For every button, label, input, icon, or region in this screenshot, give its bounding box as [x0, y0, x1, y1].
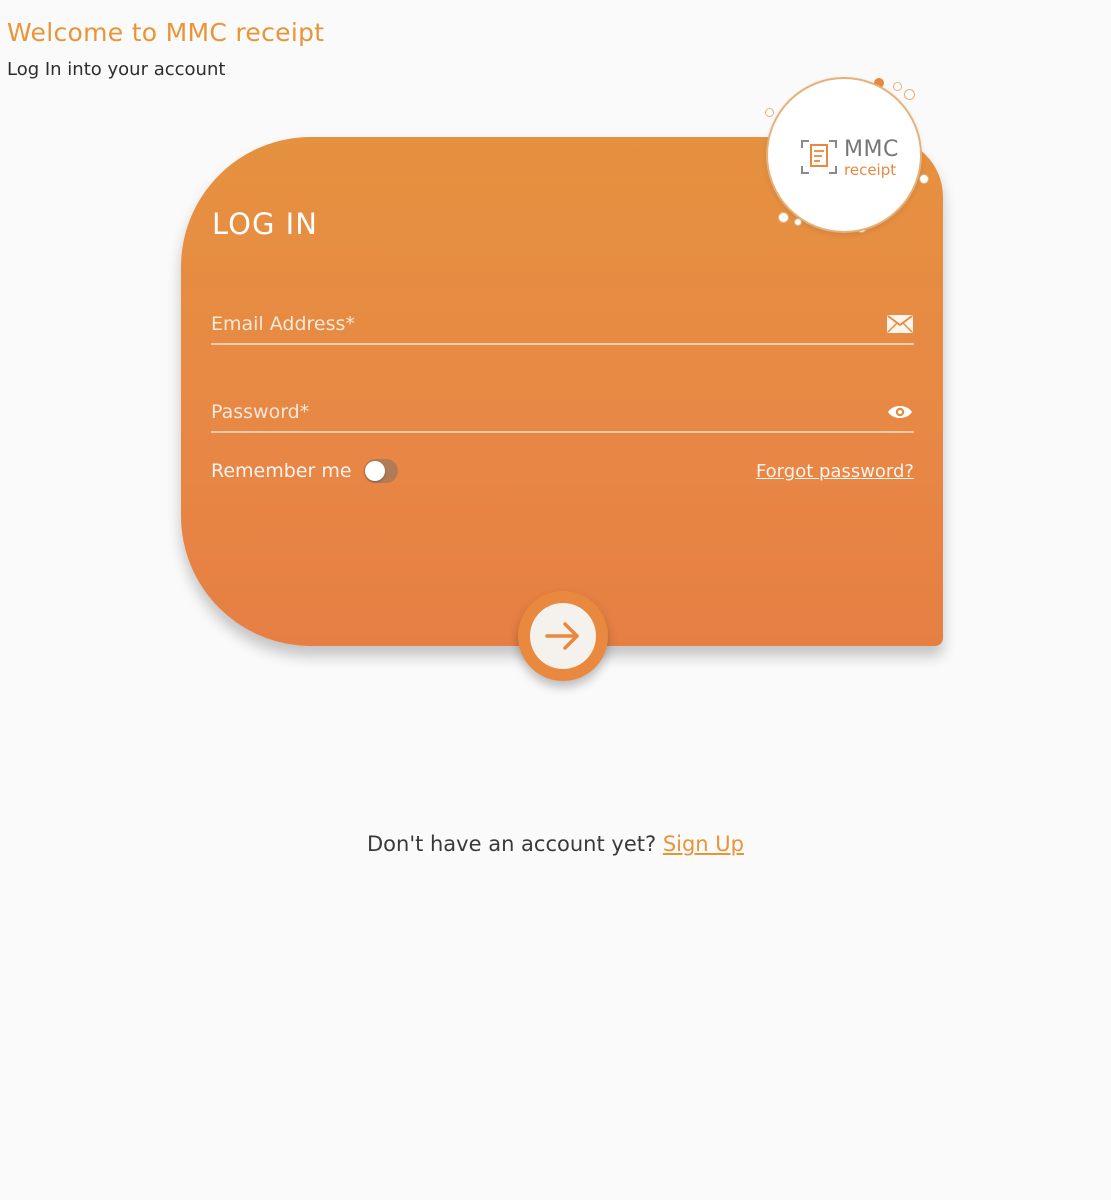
signup-prompt: Don't have an account yet? Sign Up — [0, 832, 1111, 856]
welcome-subtitle: Log In into your account — [7, 59, 226, 80]
arrow-right-icon — [545, 622, 579, 650]
remember-me-label: Remember me — [211, 460, 352, 482]
decor-bubble — [778, 212, 789, 223]
email-field[interactable] — [211, 307, 871, 341]
decor-bubble — [919, 174, 929, 184]
submit-button-ring — [518, 591, 608, 681]
welcome-title: Welcome to MMC receipt — [7, 18, 325, 47]
remember-me-toggle[interactable] — [363, 459, 398, 483]
eye-icon[interactable] — [886, 401, 914, 423]
receipt-scan-icon — [801, 140, 837, 174]
password-field-container — [211, 395, 914, 433]
decor-bubble — [893, 82, 902, 91]
login-title: LOG IN — [212, 207, 318, 241]
envelope-icon — [886, 313, 914, 335]
signup-prompt-text: Don't have an account yet? — [366, 832, 657, 856]
email-field-container — [211, 307, 914, 345]
decor-bubble — [904, 89, 915, 100]
remember-me-row: Remember me — [211, 459, 398, 483]
login-submit-button[interactable] — [530, 603, 596, 669]
decor-bubble — [765, 108, 774, 117]
password-field[interactable] — [211, 395, 871, 429]
forgot-password-link[interactable]: Forgot password? — [756, 461, 914, 482]
toggle-knob — [364, 461, 385, 481]
logo-text-mmc: MMC — [844, 137, 899, 162]
logo-text-receipt: receipt — [844, 161, 897, 179]
logo-badge: MMC receipt — [760, 72, 930, 237]
logo-circle: MMC receipt — [766, 77, 922, 233]
signup-link[interactable]: Sign Up — [663, 832, 744, 856]
